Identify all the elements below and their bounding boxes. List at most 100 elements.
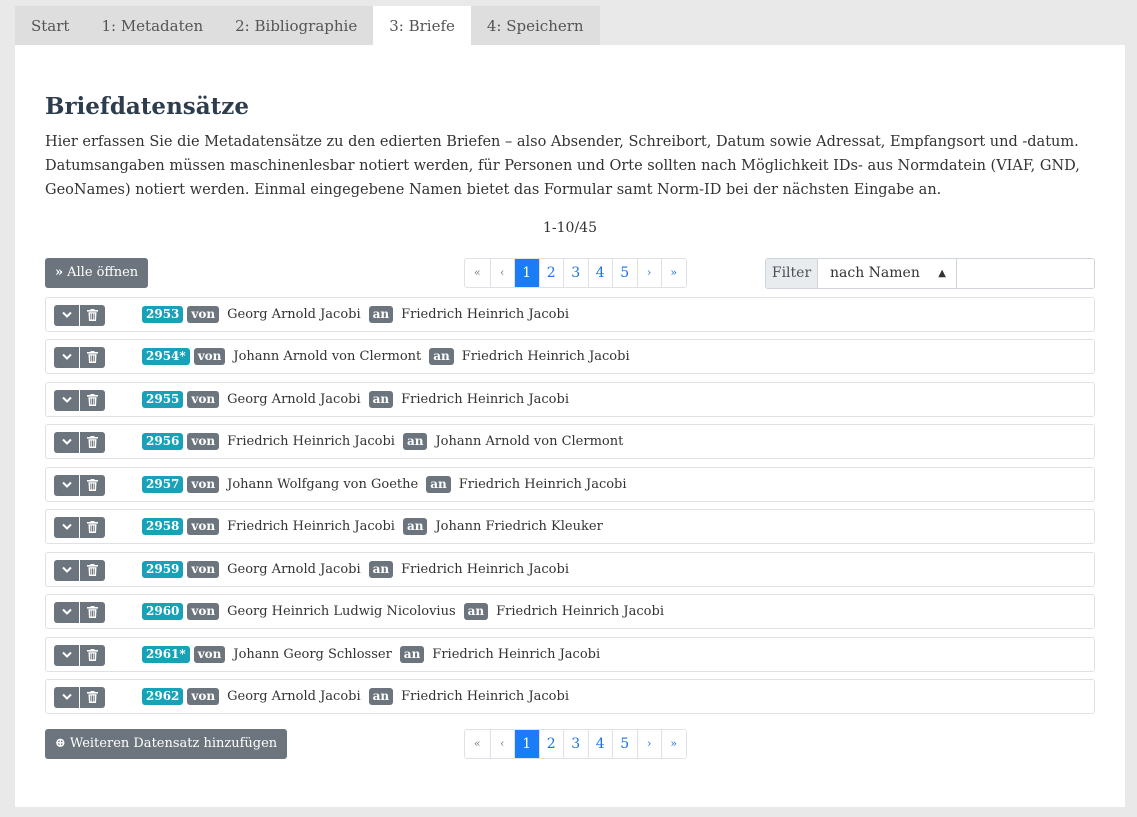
expand-button[interactable]: [54, 305, 79, 326]
tab-briefe[interactable]: 3: Briefe: [373, 6, 471, 45]
content-panel: Briefdatensätze Hier erfassen Sie die Me…: [15, 45, 1125, 807]
from-badge: von: [187, 306, 220, 323]
to-badge: an: [368, 306, 394, 323]
letter-id-badge: 2958: [142, 518, 184, 536]
record-range: 1-10/45: [543, 220, 597, 236]
expand-button[interactable]: [54, 432, 79, 454]
trash-icon: [80, 606, 105, 619]
delete-button[interactable]: [80, 686, 105, 708]
page-next[interactable]: ›: [636, 259, 662, 287]
trash-icon: [80, 521, 105, 534]
filter-select[interactable]: nach Namen ▲: [818, 259, 957, 288]
letter-summary: 2953 von Georg Arnold Jacobi an Friedrich He…: [142, 298, 577, 331]
letter-id-badge: 2956: [142, 433, 184, 451]
letter-row: 2961* von Johann Georg Schlosser an Friedric…: [45, 636, 1095, 672]
trash-icon: [80, 393, 105, 406]
page-prev[interactable]: ‹: [489, 259, 515, 287]
from-badge: von: [187, 518, 220, 536]
filter-label: Filter: [766, 259, 818, 288]
from-badge: von: [193, 645, 226, 663]
sender-name: Georg Arnold Jacobi: [227, 688, 361, 704]
tab-metadaten[interactable]: 1: Metadaten: [85, 6, 220, 45]
trash-icon: [80, 563, 105, 576]
plus-circle-icon: ⊕: [55, 736, 66, 751]
expand-button[interactable]: [54, 602, 79, 624]
delete-button[interactable]: [80, 389, 105, 411]
letter-id-badge: 2957: [142, 475, 184, 493]
sender-name: Johann Wolfgang von Goethe: [227, 476, 419, 492]
sender-name: Friedrich Heinrich Jacobi: [227, 434, 395, 450]
sender-name: Georg Arnold Jacobi: [227, 391, 361, 407]
page-3[interactable]: 3: [563, 259, 588, 287]
expand-button[interactable]: [54, 559, 79, 581]
from-badge: von: [187, 433, 220, 451]
tab-speichern[interactable]: 4: Speichern: [470, 6, 600, 45]
page-first[interactable]: «: [465, 259, 490, 287]
letter-summary: 2958 von Friedrich Heinrich Jacobi an Johann…: [142, 510, 611, 543]
chevron-down-icon: [61, 691, 72, 704]
letter-row: 2959 von Georg Arnold Jacobi an Friedrich He…: [45, 551, 1095, 587]
intro-line-3: GeoNames) notiert werden. Einmal eingege…: [45, 182, 942, 198]
chevron-down-icon: [61, 394, 72, 407]
pagination-top: « ‹ 1 2 3 4 5 › »: [464, 258, 687, 288]
page-2[interactable]: 2: [538, 730, 564, 758]
add-record-button[interactable]: ⊕ Weiteren Datensatz hinzufügen: [45, 729, 288, 759]
trash-icon: [80, 478, 105, 491]
chevron-down-icon: [61, 606, 72, 619]
delete-button[interactable]: [80, 347, 105, 369]
letter-id-badge: 2960: [142, 603, 184, 621]
intro-line-2: Datumsangaben müssen maschinenlesbar not…: [45, 158, 1080, 174]
delete-button[interactable]: [80, 559, 105, 581]
letter-summary: 2957 von Johann Wolfgang von Goethe an Fried…: [142, 468, 635, 501]
to-badge: an: [426, 475, 451, 493]
chevron-down-icon: [61, 564, 72, 577]
page-2[interactable]: 2: [538, 259, 564, 287]
filter-input[interactable]: [957, 259, 1094, 288]
expand-button[interactable]: [54, 389, 79, 411]
delete-button[interactable]: [80, 432, 105, 454]
tab-bibliographie[interactable]: 2: Bibliographie: [219, 6, 374, 45]
page-1[interactable]: 1: [514, 259, 539, 287]
delete-button[interactable]: [80, 602, 105, 624]
letter-row: 2957 von Johann Wolfgang von Goethe an Fried…: [45, 466, 1095, 502]
trash-icon: [80, 648, 105, 661]
to-badge: an: [402, 518, 428, 536]
tab-start[interactable]: Start: [15, 6, 86, 45]
letter-id-badge: 2954*: [142, 348, 190, 366]
expand-button[interactable]: [54, 347, 79, 369]
trash-icon: [80, 690, 105, 703]
letter-row: 2960 von Georg Heinrich Ludwig Nicolovius a…: [45, 594, 1095, 630]
pagination-bottom: « ‹ 1 2 3 4 5 › »: [464, 729, 687, 759]
letter-id-badge: 2955: [142, 390, 184, 408]
expand-button[interactable]: [54, 517, 79, 539]
chevron-down-icon: [61, 436, 72, 449]
letter-id-badge: 2953: [142, 306, 184, 323]
from-badge: von: [187, 603, 220, 621]
recipient-name: Friedrich Heinrich Jacobi: [458, 476, 627, 492]
expand-button[interactable]: [54, 644, 79, 666]
expand-button[interactable]: [54, 686, 79, 708]
page-last[interactable]: »: [661, 259, 686, 287]
page-next[interactable]: ›: [636, 730, 662, 758]
from-badge: von: [187, 687, 220, 705]
page-5[interactable]: 5: [612, 259, 637, 287]
page-last[interactable]: »: [661, 730, 686, 758]
expand-button[interactable]: [54, 474, 79, 496]
page-title: Briefdatensätze: [45, 93, 249, 120]
letter-row: 2962 von Georg Arnold Jacobi an Friedrich He…: [45, 678, 1095, 714]
open-all-button[interactable]: » Alle öffnen: [45, 258, 149, 288]
to-badge: an: [368, 687, 394, 705]
delete-button[interactable]: [80, 305, 105, 326]
page-prev[interactable]: ‹: [489, 730, 515, 758]
page-4[interactable]: 4: [587, 259, 613, 287]
delete-button[interactable]: [80, 474, 105, 496]
page-first[interactable]: «: [465, 730, 490, 758]
letter-summary: 2960 von Georg Heinrich Ludwig Nicolovius a…: [142, 595, 672, 628]
delete-button[interactable]: [80, 644, 105, 666]
page-3[interactable]: 3: [563, 730, 588, 758]
to-badge: an: [429, 348, 454, 366]
delete-button[interactable]: [80, 517, 105, 539]
page-4[interactable]: 4: [587, 730, 613, 758]
page-1[interactable]: 1: [514, 730, 539, 758]
page-5[interactable]: 5: [612, 730, 637, 758]
